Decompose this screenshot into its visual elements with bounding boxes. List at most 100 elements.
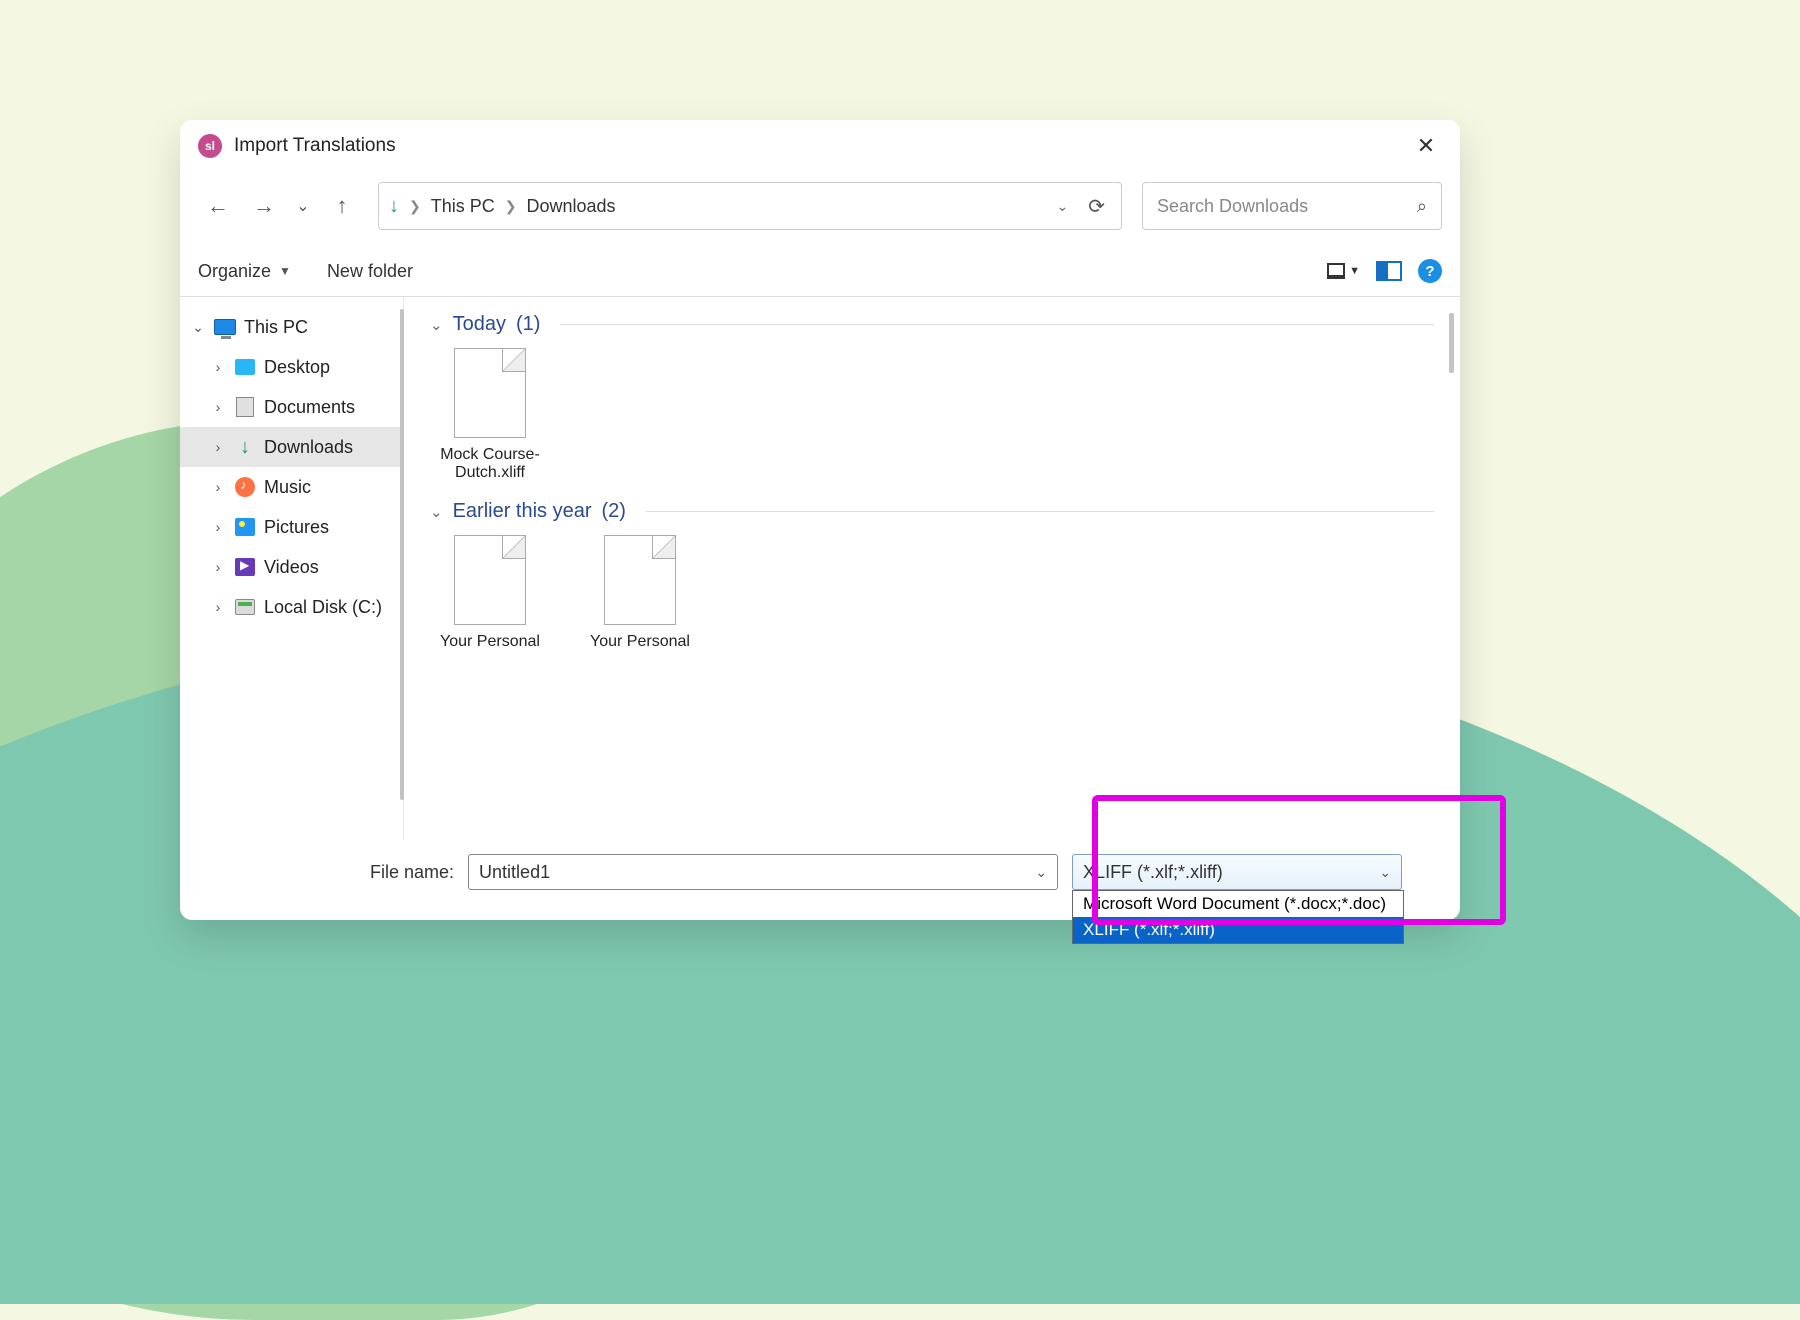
breadcrumb-separator-icon: ❯ xyxy=(505,198,517,215)
file-name-input[interactable]: Untitled1 ⌄ xyxy=(468,854,1058,890)
address-dropdown-button[interactable]: ⌄ xyxy=(1057,198,1069,215)
file-type-option[interactable]: Microsoft Word Document (*.docx;*.doc) xyxy=(1073,891,1403,917)
breadcrumb-downloads[interactable]: Downloads xyxy=(526,196,615,217)
sidebar: ⌄ This PC › Desktop › Documents › ↓ Down… xyxy=(180,297,404,840)
tree-music[interactable]: › Music xyxy=(180,467,403,507)
refresh-icon: ⟳ xyxy=(1088,196,1105,218)
file-pane-scrollbar[interactable] xyxy=(1449,313,1454,373)
nav-row: ← → ⌄ ↑ ↓ ❯ This PC ❯ Downloads ⌄ ⟳ Sear… xyxy=(180,172,1460,248)
group-count: (1) xyxy=(516,313,540,336)
downloads-icon: ↓ xyxy=(389,195,399,218)
back-button[interactable]: ← xyxy=(198,186,238,226)
file-name: Your Personal xyxy=(590,633,690,651)
view-options-button[interactable] xyxy=(1376,261,1402,281)
expand-icon[interactable]: › xyxy=(210,359,226,375)
help-icon: ? xyxy=(1418,259,1442,283)
chevron-down-icon: ⌄ xyxy=(430,503,443,521)
file-pane: ⌄ Today (1) Mock Course-Dutch.xliff ⌄ Ea… xyxy=(404,297,1460,840)
breadcrumb-separator-icon: ❯ xyxy=(409,198,421,215)
file-icon xyxy=(454,348,526,438)
arrow-right-icon: → xyxy=(253,193,275,219)
organize-menu[interactable]: Organize ▼ xyxy=(198,261,291,282)
file-open-dialog: sl Import Translations ✕ ← → ⌄ ↑ ↓ ❯ Thi… xyxy=(180,120,1460,920)
file-name: Mock Course-Dutch.xliff xyxy=(430,446,550,482)
search-icon: ⌕ xyxy=(1417,196,1427,217)
tree-this-pc[interactable]: ⌄ This PC xyxy=(180,307,403,347)
preview-pane-button[interactable]: ▼ xyxy=(1327,263,1360,279)
view-icon xyxy=(1376,261,1402,281)
tree-local-disk[interactable]: › Local Disk (C:) xyxy=(180,587,403,627)
group-label: Earlier this year xyxy=(453,500,592,523)
pc-icon xyxy=(214,319,236,335)
arrow-left-icon: ← xyxy=(207,193,229,219)
file-item[interactable]: Mock Course-Dutch.xliff xyxy=(430,348,550,482)
chevron-down-icon: ▼ xyxy=(1349,265,1360,277)
desktop-icon xyxy=(235,359,255,375)
titlebar: sl Import Translations ✕ xyxy=(180,120,1460,172)
new-folder-button[interactable]: New folder xyxy=(327,261,413,282)
file-type-selected: XLIFF (*.xlf;*.xliff) xyxy=(1083,862,1223,883)
tree-desktop[interactable]: › Desktop xyxy=(180,347,403,387)
expand-icon[interactable]: › xyxy=(210,559,226,575)
tree-documents[interactable]: › Documents xyxy=(180,387,403,427)
expand-icon[interactable]: › xyxy=(210,399,226,415)
tree-label: Pictures xyxy=(264,517,329,538)
search-input[interactable]: Search Downloads ⌕ xyxy=(1142,182,1442,230)
disk-icon xyxy=(235,599,255,615)
close-icon: ✕ xyxy=(1417,133,1435,159)
divider xyxy=(560,324,1434,325)
tree-label: Desktop xyxy=(264,357,330,378)
help-button[interactable]: ? xyxy=(1418,259,1442,283)
chevron-down-icon[interactable]: ⌄ xyxy=(1379,864,1391,881)
close-button[interactable]: ✕ xyxy=(1404,126,1448,166)
footer: File name: Untitled1 ⌄ XLIFF (*.xlf;*.xl… xyxy=(180,840,1460,920)
file-name-value: Untitled1 xyxy=(479,862,550,883)
arrow-up-icon: ↑ xyxy=(337,193,348,219)
address-bar[interactable]: ↓ ❯ This PC ❯ Downloads ⌄ ⟳ xyxy=(378,182,1122,230)
file-type-select[interactable]: XLIFF (*.xlf;*.xliff) ⌄ Microsoft Word D… xyxy=(1072,854,1402,890)
file-item[interactable]: Your Personal xyxy=(430,535,550,651)
group-count: (2) xyxy=(602,500,626,523)
videos-icon xyxy=(235,558,255,576)
file-type-option[interactable]: XLIFF (*.xlf;*.xliff) xyxy=(1073,917,1403,943)
tree-label: Music xyxy=(264,477,311,498)
group-header-earlier[interactable]: ⌄ Earlier this year (2) xyxy=(430,500,1434,523)
up-button[interactable]: ↑ xyxy=(322,186,362,226)
breadcrumb-this-pc[interactable]: This PC xyxy=(431,196,495,217)
forward-button[interactable]: → xyxy=(244,186,284,226)
tree-label: Videos xyxy=(264,557,319,578)
tree-label: Documents xyxy=(264,397,355,418)
downloads-icon: ↓ xyxy=(240,436,250,459)
chevron-down-icon: ⌄ xyxy=(296,196,309,216)
divider xyxy=(646,511,1434,512)
file-icon xyxy=(454,535,526,625)
collapse-icon[interactable]: ⌄ xyxy=(190,319,206,336)
file-icon xyxy=(604,535,676,625)
tree-label: Downloads xyxy=(264,437,353,458)
chevron-down-icon: ▼ xyxy=(279,264,291,278)
recent-locations-button[interactable]: ⌄ xyxy=(290,186,316,226)
tree-pictures[interactable]: › Pictures xyxy=(180,507,403,547)
file-name-label: File name: xyxy=(370,862,454,883)
group-header-today[interactable]: ⌄ Today (1) xyxy=(430,313,1434,336)
tree-downloads[interactable]: › ↓ Downloads xyxy=(180,427,403,467)
expand-icon[interactable]: › xyxy=(210,599,226,615)
dialog-title: Import Translations xyxy=(234,135,396,157)
refresh-button[interactable]: ⟳ xyxy=(1082,194,1111,219)
organize-label: Organize xyxy=(198,261,271,282)
chevron-down-icon: ⌄ xyxy=(430,316,443,334)
tree-videos[interactable]: › Videos xyxy=(180,547,403,587)
pictures-icon xyxy=(235,518,255,536)
search-placeholder: Search Downloads xyxy=(1157,196,1308,217)
file-item[interactable]: Your Personal xyxy=(580,535,700,651)
documents-icon xyxy=(236,397,254,417)
expand-icon[interactable]: › xyxy=(210,479,226,495)
expand-icon[interactable]: › xyxy=(210,519,226,535)
chevron-down-icon[interactable]: ⌄ xyxy=(1035,864,1047,881)
preview-pane-icon xyxy=(1327,263,1345,279)
file-name: Your Personal xyxy=(440,633,540,651)
expand-icon[interactable]: › xyxy=(210,439,226,455)
music-icon xyxy=(235,477,255,497)
tree-label: Local Disk (C:) xyxy=(264,597,382,618)
group-label: Today xyxy=(453,313,506,336)
